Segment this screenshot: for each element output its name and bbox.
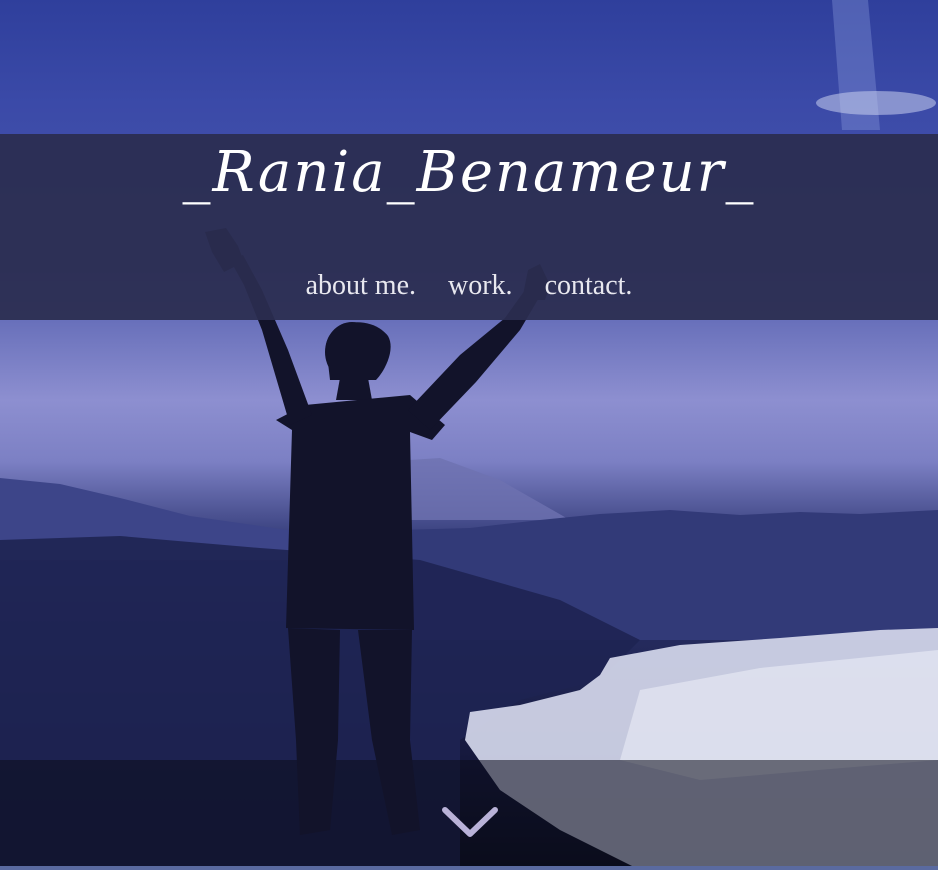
nav-link-work[interactable]: work. — [448, 270, 513, 302]
chevron-down-icon[interactable] — [441, 804, 499, 840]
nav-link-contact[interactable]: contact. — [545, 270, 633, 302]
hero-section: _Rania_Benameur_ about me. work. contact… — [0, 0, 938, 870]
nav-link-about-me[interactable]: about me. — [306, 270, 416, 302]
main-nav: about me. work. contact. — [0, 270, 938, 302]
site-title: _Rania_Benameur_ — [182, 140, 756, 205]
bottom-divider — [0, 866, 938, 870]
hero-background-photo — [0, 0, 938, 870]
